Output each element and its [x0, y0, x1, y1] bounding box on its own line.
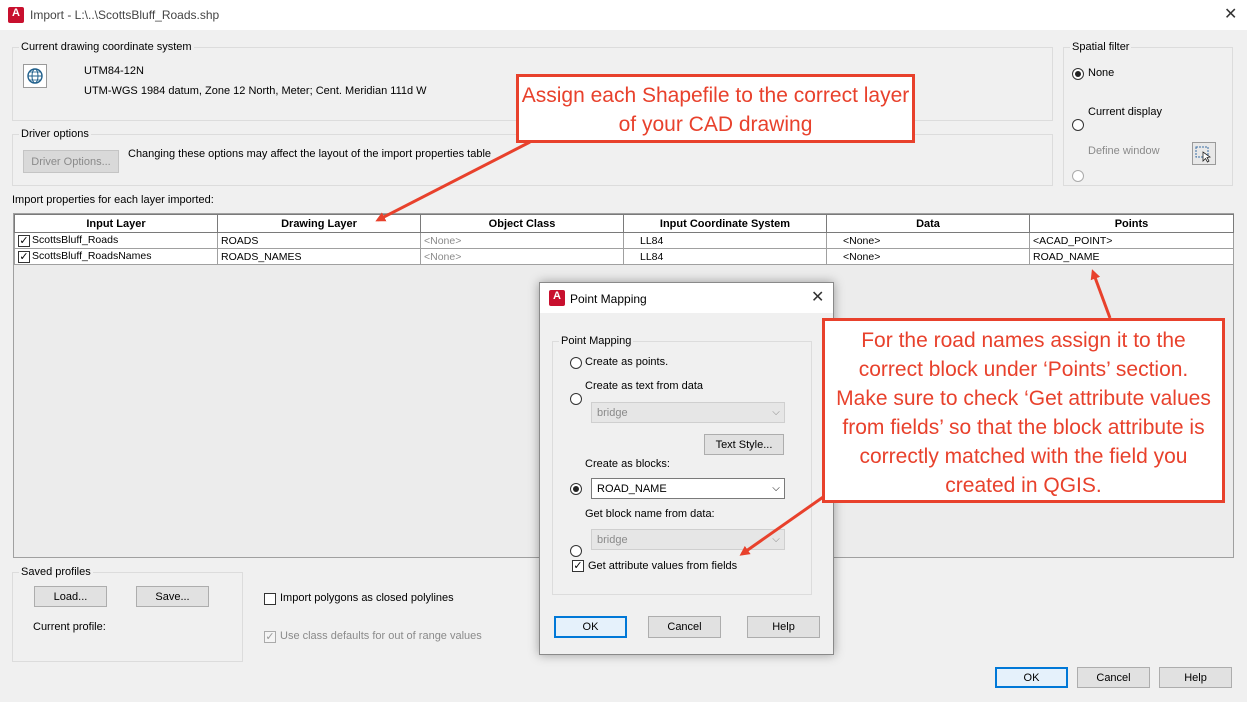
callout-assign-layer: Assign each Shapefile to the correct lay… [516, 74, 915, 143]
arrow-to-drawing-layer [375, 140, 531, 222]
arrow-to-points-cell [1090, 269, 1112, 319]
callout-point-mapping: For the road names assign it to the corr… [822, 318, 1225, 503]
